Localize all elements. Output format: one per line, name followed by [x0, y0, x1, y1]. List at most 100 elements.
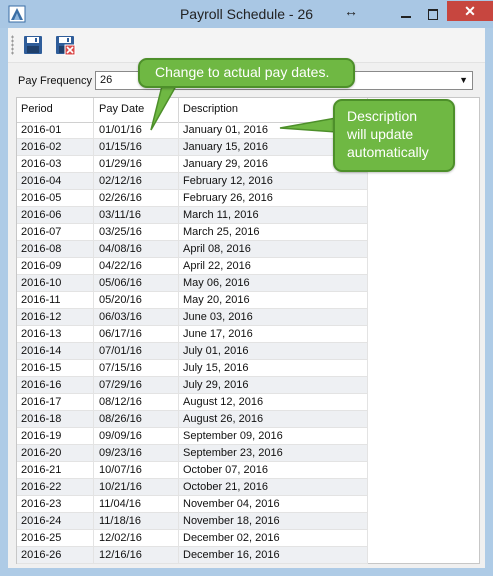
table-row[interactable]: 2016-20 09/23/16 September 23, 2016	[17, 445, 368, 462]
table-row[interactable]: 2016-01 01/01/16 January 01, 2016	[17, 122, 368, 139]
pay-date-cell[interactable]: 03/25/16	[99, 226, 142, 238]
cell-divider	[367, 377, 368, 394]
cell-divider	[178, 241, 179, 258]
table-row[interactable]: 2016-10 05/06/16 May 06, 2016	[17, 275, 368, 292]
pay-date-cell[interactable]: 05/06/16	[99, 277, 142, 289]
cell-divider	[367, 292, 368, 309]
pay-date-cell[interactable]: 02/26/16	[99, 192, 142, 204]
pay-date-cell[interactable]: 06/17/16	[99, 328, 142, 340]
table-row[interactable]: 2016-23 11/04/16 November 04, 2016	[17, 496, 368, 513]
table-row[interactable]: 2016-09 04/22/16 April 22, 2016	[17, 258, 368, 275]
description-cell: October 21, 2016	[183, 481, 269, 493]
floppy-save-icon[interactable]	[22, 34, 44, 56]
table-row[interactable]: 2016-02 01/15/16 January 15, 2016	[17, 139, 368, 156]
period-cell: 2016-05	[21, 192, 62, 204]
column-header-description[interactable]: Description	[183, 103, 238, 115]
title-bar[interactable]: Payroll Schedule - 26 ↔ ✕	[0, 0, 493, 28]
period-cell: 2016-25	[21, 532, 62, 544]
floppy-delete-icon[interactable]	[54, 34, 76, 56]
cell-divider	[367, 190, 368, 207]
minimize-button[interactable]	[393, 7, 419, 23]
period-cell: 2016-13	[21, 328, 62, 340]
table-row[interactable]: 2016-05 02/26/16 February 26, 2016	[17, 190, 368, 207]
cell-divider	[178, 258, 179, 275]
period-cell: 2016-21	[21, 464, 62, 476]
pay-date-cell[interactable]: 12/02/16	[99, 532, 142, 544]
table-row[interactable]: 2016-07 03/25/16 March 25, 2016	[17, 224, 368, 241]
description-cell: February 26, 2016	[183, 192, 273, 204]
pay-date-cell[interactable]: 03/11/16	[99, 209, 141, 221]
pay-frequency-label: Pay Frequency	[18, 75, 92, 87]
column-divider[interactable]	[178, 98, 179, 122]
pay-date-cell[interactable]: 07/15/16	[99, 362, 142, 374]
table-row[interactable]: 2016-15 07/15/16 July 15, 2016	[17, 360, 368, 377]
table-row[interactable]: 2016-16 07/29/16 July 29, 2016	[17, 377, 368, 394]
table-row[interactable]: 2016-11 05/20/16 May 20, 2016	[17, 292, 368, 309]
pay-date-cell[interactable]: 09/23/16	[99, 447, 142, 459]
cell-divider	[93, 479, 94, 496]
table-row[interactable]: 2016-19 09/09/16 September 09, 2016	[17, 428, 368, 445]
table-row[interactable]: 2016-26 12/16/16 December 16, 2016	[17, 547, 368, 564]
maximize-button[interactable]	[420, 7, 446, 23]
column-divider[interactable]	[93, 98, 94, 122]
payroll-schedule-window: Payroll Schedule - 26 ↔ ✕ Pay Frequency …	[0, 0, 493, 576]
cell-divider	[178, 326, 179, 343]
pay-date-cell[interactable]: 10/21/16	[99, 481, 142, 493]
table-row[interactable]: 2016-22 10/21/16 October 21, 2016	[17, 479, 368, 496]
cell-divider	[93, 343, 94, 360]
table-row[interactable]: 2016-06 03/11/16 March 11, 2016	[17, 207, 368, 224]
pay-date-cell[interactable]: 11/18/16	[99, 515, 141, 527]
description-cell: May 20, 2016	[183, 294, 250, 306]
cell-divider	[93, 292, 94, 309]
table-row[interactable]: 2016-17 08/12/16 August 12, 2016	[17, 394, 368, 411]
column-header-pay-date[interactable]: Pay Date	[99, 103, 144, 115]
cell-divider	[367, 530, 368, 547]
description-cell: July 29, 2016	[183, 379, 249, 391]
pay-date-cell[interactable]: 05/20/16	[99, 294, 142, 306]
pay-date-cell[interactable]: 09/09/16	[99, 430, 142, 442]
toolbar-grip[interactable]	[11, 35, 14, 55]
cell-divider	[367, 428, 368, 445]
pay-date-cell[interactable]: 06/03/16	[99, 311, 142, 323]
period-cell: 2016-26	[21, 549, 62, 561]
cell-divider	[93, 377, 94, 394]
table-row[interactable]: 2016-25 12/02/16 December 02, 2016	[17, 530, 368, 547]
cell-divider	[93, 190, 94, 207]
pay-date-cell[interactable]: 01/29/16	[99, 158, 142, 170]
period-cell: 2016-16	[21, 379, 62, 391]
column-header-period[interactable]: Period	[21, 103, 53, 115]
pay-date-cell[interactable]: 07/29/16	[99, 379, 142, 391]
pay-date-cell[interactable]: 12/16/16	[99, 549, 142, 561]
table-row[interactable]: 2016-21 10/07/16 October 07, 2016	[17, 462, 368, 479]
pay-date-cell[interactable]: 11/04/16	[99, 498, 141, 510]
table-row[interactable]: 2016-08 04/08/16 April 08, 2016	[17, 241, 368, 258]
cell-divider	[93, 139, 94, 156]
pay-date-cell[interactable]: 01/01/16	[99, 124, 142, 136]
description-cell: June 17, 2016	[183, 328, 253, 340]
pay-date-cell[interactable]: 10/07/16	[99, 464, 142, 476]
pay-date-cell[interactable]: 04/22/16	[99, 260, 142, 272]
table-row[interactable]: 2016-03 01/29/16 January 29, 2016	[17, 156, 368, 173]
cell-divider	[367, 241, 368, 258]
period-cell: 2016-22	[21, 481, 62, 493]
period-cell: 2016-14	[21, 345, 62, 357]
table-row[interactable]: 2016-14 07/01/16 July 01, 2016	[17, 343, 368, 360]
table-row[interactable]: 2016-18 08/26/16 August 26, 2016	[17, 411, 368, 428]
chevron-down-icon[interactable]: ▼	[459, 75, 468, 85]
close-button[interactable]: ✕	[447, 1, 493, 21]
cell-divider	[178, 479, 179, 496]
pay-date-cell[interactable]: 04/08/16	[99, 243, 142, 255]
cell-divider	[178, 309, 179, 326]
pay-date-cell[interactable]: 08/12/16	[99, 396, 142, 408]
cell-divider	[367, 411, 368, 428]
period-cell: 2016-10	[21, 277, 62, 289]
table-row[interactable]: 2016-12 06/03/16 June 03, 2016	[17, 309, 368, 326]
cell-divider	[93, 496, 94, 513]
pay-date-cell[interactable]: 01/15/16	[99, 141, 142, 153]
pay-date-cell[interactable]: 07/01/16	[99, 345, 142, 357]
table-row[interactable]: 2016-24 11/18/16 November 18, 2016	[17, 513, 368, 530]
pay-date-cell[interactable]: 02/12/16	[99, 175, 142, 187]
pay-date-cell[interactable]: 08/26/16	[99, 413, 142, 425]
table-row[interactable]: 2016-04 02/12/16 February 12, 2016	[17, 173, 368, 190]
table-row[interactable]: 2016-13 06/17/16 June 17, 2016	[17, 326, 368, 343]
